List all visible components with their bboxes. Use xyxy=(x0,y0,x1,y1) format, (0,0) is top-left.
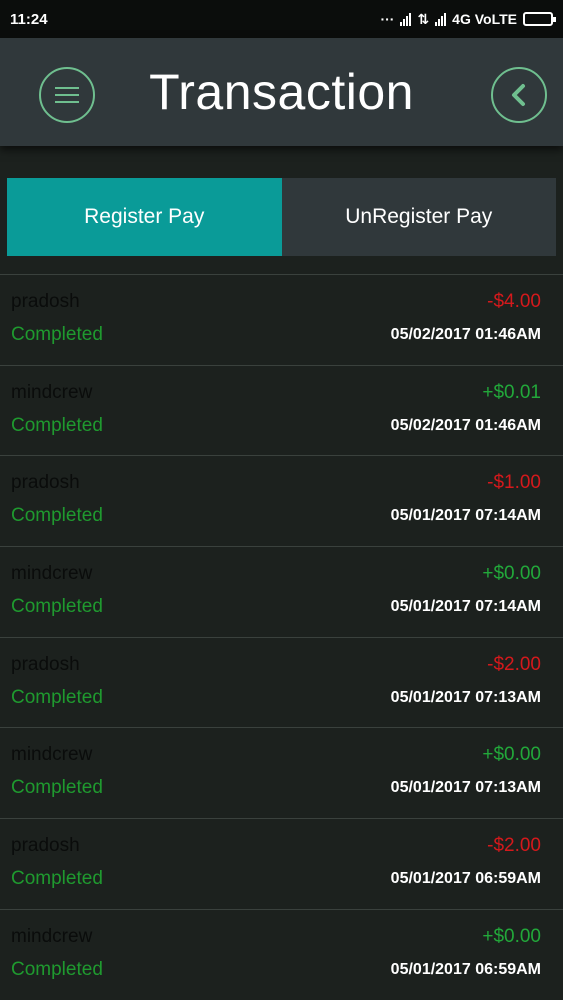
status-bar: 11:24 ··· ⇅ 4G VoLTE xyxy=(0,0,563,38)
chevron-left-icon xyxy=(512,84,525,106)
transaction-amount: +$0.01 xyxy=(482,381,541,403)
network-type: 4G VoLTE xyxy=(452,11,517,27)
transaction-name: mindcrew xyxy=(11,381,93,403)
hamburger-menu-icon xyxy=(55,87,79,103)
status-time: 11:24 xyxy=(10,10,48,28)
transaction-datetime: 05/01/2017 07:14AM xyxy=(390,598,541,616)
transaction-name: mindcrew xyxy=(11,744,93,766)
transaction-amount: -$4.00 xyxy=(487,291,541,312)
signal-icon xyxy=(400,12,412,26)
tab-label: Register Pay xyxy=(84,205,205,228)
transaction-amount: -$2.00 xyxy=(487,835,541,857)
page-title: Transaction xyxy=(149,64,414,120)
transaction-row[interactable]: mindcrew +$0.00 Completed 05/01/2017 06:… xyxy=(0,908,563,1000)
transaction-name: pradosh xyxy=(11,835,80,857)
transaction-datetime: 05/01/2017 07:14AM xyxy=(390,507,541,525)
transaction-datetime: 05/01/2017 07:13AM xyxy=(390,688,541,706)
transaction-datetime: 05/01/2017 06:59AM xyxy=(390,870,541,888)
signal-icon-2 xyxy=(435,12,447,26)
transaction-status: Completed xyxy=(11,686,103,708)
back-button[interactable] xyxy=(491,67,547,123)
dots-icon: ··· xyxy=(380,11,395,27)
status-indicators: ··· ⇅ 4G VoLTE xyxy=(380,10,556,28)
transaction-status: Completed xyxy=(11,958,103,980)
transaction-row[interactable]: mindcrew +$0.00 Completed 05/01/2017 07:… xyxy=(0,546,563,637)
data-transfer-icon: ⇅ xyxy=(417,10,430,27)
transaction-amount: +$0.00 xyxy=(482,744,541,766)
transaction-amount: -$2.00 xyxy=(487,653,541,675)
pay-tabs: Register Pay UnRegister Pay xyxy=(7,178,556,256)
transaction-status: Completed xyxy=(11,505,103,527)
battery-icon xyxy=(523,12,556,26)
transaction-name: mindcrew xyxy=(11,925,93,947)
transaction-row[interactable]: mindcrew +$0.01 Completed 05/02/2017 01:… xyxy=(0,364,563,456)
transaction-datetime: 05/01/2017 06:59AM xyxy=(390,960,541,978)
transaction-amount: +$0.00 xyxy=(482,925,541,947)
transaction-name: pradosh xyxy=(11,653,80,675)
tab-unregister-pay[interactable]: UnRegister Pay xyxy=(281,178,556,256)
transaction-name: pradosh xyxy=(11,291,80,312)
transaction-status: Completed xyxy=(11,777,103,799)
transaction-row[interactable]: pradosh -$2.00 Completed 05/01/2017 07:1… xyxy=(0,636,563,728)
tab-register-pay[interactable]: Register Pay xyxy=(7,178,282,256)
transaction-datetime: 05/02/2017 01:46AM xyxy=(390,416,541,434)
transaction-amount: +$0.00 xyxy=(482,563,541,585)
transaction-list: pradosh -$4.00 Completed 05/02/2017 01:4… xyxy=(0,274,563,1000)
transaction-row[interactable]: pradosh -$2.00 Completed 05/01/2017 06:5… xyxy=(0,818,563,909)
transaction-name: mindcrew xyxy=(11,563,93,585)
transaction-status: Completed xyxy=(11,414,103,436)
transaction-datetime: 05/02/2017 01:46AM xyxy=(390,326,541,343)
transaction-name: pradosh xyxy=(11,472,80,494)
transaction-datetime: 05/01/2017 07:13AM xyxy=(390,779,541,797)
transaction-row[interactable]: mindcrew +$0.00 Completed 05/01/2017 07:… xyxy=(0,727,563,818)
transaction-status: Completed xyxy=(11,596,103,618)
transaction-status: Completed xyxy=(11,324,103,345)
transaction-amount: -$1.00 xyxy=(487,472,541,494)
transaction-row[interactable]: pradosh -$1.00 Completed 05/01/2017 07:1… xyxy=(0,455,563,546)
menu-button[interactable] xyxy=(39,67,95,123)
transaction-status: Completed xyxy=(11,868,103,890)
tab-label: UnRegister Pay xyxy=(345,205,493,228)
app-header: Transaction xyxy=(0,38,563,146)
transaction-row[interactable]: pradosh -$4.00 Completed 05/02/2017 01:4… xyxy=(0,274,563,365)
